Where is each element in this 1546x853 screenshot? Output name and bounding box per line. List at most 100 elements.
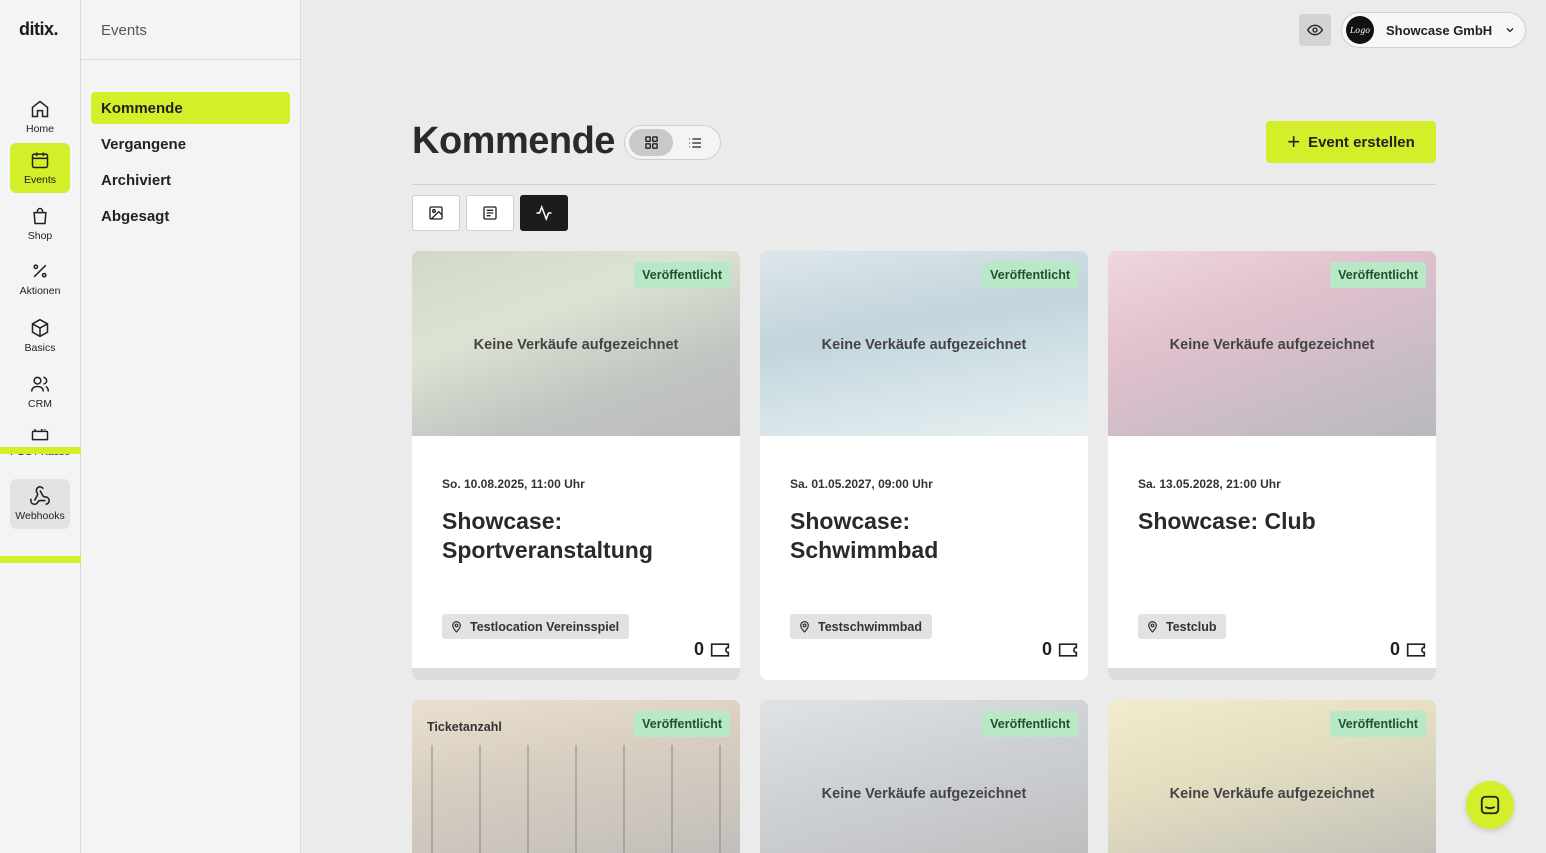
status-badge: Veröffentlicht xyxy=(982,711,1078,737)
status-badge: Veröffentlicht xyxy=(1330,711,1426,737)
ticket-count: 0 xyxy=(1390,639,1426,660)
location-tag: Testclub xyxy=(1138,614,1227,639)
icon-rail: ditix. Home Events Shop Aktionen Basics xyxy=(0,0,81,853)
chart-label: Ticketanzahl xyxy=(427,720,502,734)
calendar-icon xyxy=(29,149,51,171)
support-chat-button[interactable] xyxy=(1466,781,1514,829)
event-image: Keine Verkäufe aufgezeichnet Veröffentli… xyxy=(760,251,1088,436)
rail-item-home[interactable]: Home xyxy=(10,92,70,142)
rail-item-label: POS / Kasse xyxy=(9,446,71,458)
rail-item-shop[interactable]: Shop xyxy=(10,199,70,249)
subnav-item-archiviert[interactable]: Archiviert xyxy=(91,164,290,196)
users-icon xyxy=(29,373,51,395)
event-date: Sa. 01.05.2027, 09:00 Uhr xyxy=(790,477,933,491)
plus-icon: + xyxy=(1287,129,1301,154)
events-subnav: Events Kommende Vergangene Archiviert Ab… xyxy=(81,0,301,853)
grid-icon xyxy=(644,135,659,150)
home-icon xyxy=(29,98,51,120)
event-image: Keine Verkäufe aufgezeichnet Veröffentli… xyxy=(1108,700,1436,853)
rail-item-basics[interactable]: Basics xyxy=(10,311,70,361)
subnav-item-vergangene[interactable]: Vergangene xyxy=(91,128,290,160)
event-date: Sa. 13.05.2028, 21:00 Uhr xyxy=(1138,477,1281,491)
details-mode-button[interactable] xyxy=(466,195,514,231)
register-icon xyxy=(29,429,51,443)
location-tag: Testlocation Vereinsspiel xyxy=(442,614,630,639)
rail-item-label: Events xyxy=(23,174,57,186)
ticket-count-value: 0 xyxy=(693,639,704,659)
rail-item-events[interactable]: Events xyxy=(10,143,70,193)
ticket-icon xyxy=(1058,642,1078,657)
event-card[interactable]: Ticketanzahl Veröffentlicht xyxy=(412,700,740,853)
event-card[interactable]: Keine Verkäufe aufgezeichnet Veröffentli… xyxy=(760,251,1088,680)
chat-icon xyxy=(1479,794,1501,816)
list-icon xyxy=(687,135,703,151)
webhook-icon xyxy=(29,485,51,507)
ticket-count: 0 xyxy=(694,639,730,660)
ticket-count-value: 0 xyxy=(1041,639,1052,659)
event-image: Ticketanzahl Veröffentlicht xyxy=(412,700,740,853)
header-divider xyxy=(412,184,1436,185)
status-badge: Veröffentlicht xyxy=(634,711,730,737)
ticket-icon xyxy=(710,642,730,657)
event-title: Showcase: Schwimmbad xyxy=(790,508,939,563)
page-title: Kommende xyxy=(412,120,615,162)
activity-icon xyxy=(535,204,553,222)
no-sales-message: Keine Verkäufe aufgezeichnet xyxy=(1169,337,1375,353)
event-image: Keine Verkäufe aufgezeichnet Veröffentli… xyxy=(760,700,1088,853)
grid-view-button[interactable] xyxy=(629,129,673,156)
subnav-item-kommende[interactable]: Kommende xyxy=(91,92,290,124)
ticket-count-value: 0 xyxy=(1389,639,1400,659)
chevron-down-icon xyxy=(1504,24,1516,36)
status-badge: Veröffentlicht xyxy=(982,262,1078,288)
rail-item-label: Webhooks xyxy=(15,510,65,522)
create-event-button[interactable]: + Event erstellen xyxy=(1266,121,1436,163)
layout-toggle xyxy=(624,125,721,160)
event-title: Showcase: Sportveranstaltung xyxy=(442,508,653,563)
organization-switcher[interactable]: Logo Showcase GmbH xyxy=(1341,12,1526,48)
location-name: Testlocation Vereinsspiel xyxy=(470,619,620,634)
subnav-item-abgesagt[interactable]: Abgesagt xyxy=(91,200,290,232)
event-image: Keine Verkäufe aufgezeichnet Veröffentli… xyxy=(412,251,740,436)
sales-mode-button[interactable] xyxy=(520,195,568,231)
no-sales-message: Keine Verkäufe aufgezeichnet xyxy=(821,337,1027,353)
no-sales-message: Keine Verkäufe aufgezeichnet xyxy=(473,337,679,353)
rail-item-pos-kasse[interactable]: POS / Kasse xyxy=(10,425,70,467)
create-event-label: Event erstellen xyxy=(1308,133,1415,151)
event-card[interactable]: Keine Verkäufe aufgezeichnet Veröffentli… xyxy=(412,251,740,680)
ticket-count: 0 xyxy=(1042,639,1078,660)
ticket-icon xyxy=(1406,642,1426,657)
rail-item-label: CRM xyxy=(28,398,52,410)
event-title: Showcase: Club xyxy=(1138,508,1316,534)
preview-button[interactable] xyxy=(1299,14,1331,46)
shopping-bag-icon xyxy=(29,205,51,227)
location-tag: Testschwimmbad xyxy=(790,614,932,639)
location-pin-icon xyxy=(452,621,461,633)
image-icon xyxy=(428,205,444,221)
event-date: So. 10.08.2025, 11:00 Uhr xyxy=(442,477,585,491)
status-badge: Veröffentlicht xyxy=(1330,262,1426,288)
organization-name: Showcase GmbH xyxy=(1386,22,1493,38)
no-sales-message: Keine Verkäufe aufgezeichnet xyxy=(821,786,1027,802)
ticket-chart-gridlines xyxy=(431,745,721,853)
app-logo[interactable]: ditix. xyxy=(19,19,59,40)
rail-item-label: Shop xyxy=(27,230,53,242)
event-card[interactable]: Keine Verkäufe aufgezeichnet Veröffentli… xyxy=(1108,251,1436,680)
event-card[interactable]: Keine Verkäufe aufgezeichnet Veröffentli… xyxy=(760,700,1088,853)
image-mode-button[interactable] xyxy=(412,195,460,231)
box-icon xyxy=(29,317,51,339)
organization-logo: Logo xyxy=(1346,16,1374,44)
document-icon xyxy=(482,205,498,221)
rail-item-aktionen[interactable]: Aktionen xyxy=(10,254,70,304)
no-sales-message: Keine Verkäufe aufgezeichnet xyxy=(1169,786,1375,802)
eye-icon xyxy=(1307,22,1323,38)
location-pin-icon xyxy=(800,621,809,633)
rail-item-label: Aktionen xyxy=(19,285,61,297)
location-pin-icon xyxy=(1148,621,1157,633)
rail-item-crm[interactable]: CRM xyxy=(10,367,70,417)
list-view-button[interactable] xyxy=(673,129,717,156)
status-badge: Veröffentlicht xyxy=(634,262,730,288)
rail-item-label: Home xyxy=(25,123,54,135)
subnav-title: Events xyxy=(81,0,300,60)
rail-item-webhooks[interactable]: Webhooks xyxy=(10,479,70,529)
event-card[interactable]: Keine Verkäufe aufgezeichnet Veröffentli… xyxy=(1108,700,1436,853)
